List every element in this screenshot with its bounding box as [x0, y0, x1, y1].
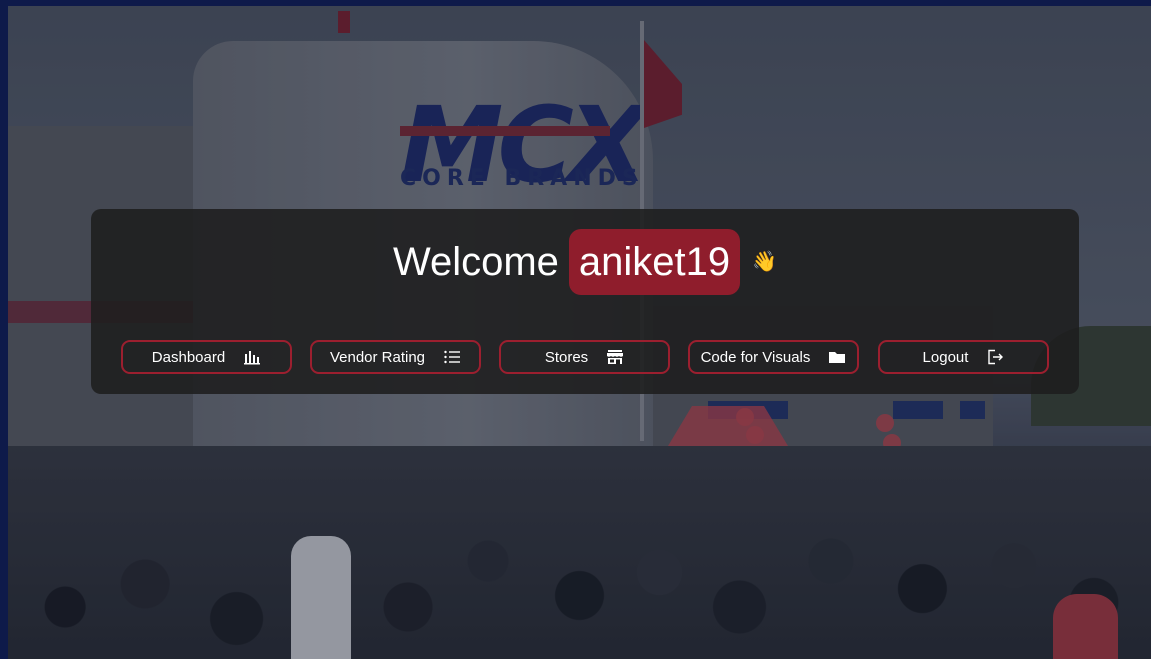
logout-button[interactable]: Logout [878, 340, 1049, 374]
list-icon [443, 348, 461, 366]
main-nav: Dashboard Vendor Rating Stores Code for … [121, 340, 1049, 374]
code-for-visuals-button[interactable]: Code for Visuals [688, 340, 859, 374]
welcome-panel: Welcome aniket19 👋 Dashboard Vendor Rati… [91, 209, 1079, 394]
dashboard-button[interactable]: Dashboard [121, 340, 292, 374]
stores-button[interactable]: Stores [499, 340, 670, 374]
logout-button-label: Logout [922, 348, 969, 366]
dashboard-button-label: Dashboard [151, 348, 226, 366]
username-badge: aniket19 [568, 229, 741, 295]
stores-button-label: Stores [544, 348, 589, 366]
folder-icon [828, 348, 846, 366]
logout-icon [986, 348, 1004, 366]
welcome-greeting: Welcome [392, 240, 559, 284]
waving-hand-icon: 👋 [752, 251, 778, 273]
store-icon [606, 348, 624, 366]
welcome-heading: Welcome aniket19 👋 [91, 229, 1079, 295]
vendor-rating-button[interactable]: Vendor Rating [310, 340, 481, 374]
bar-chart-icon [243, 348, 261, 366]
vendor-rating-button-label: Vendor Rating [329, 348, 426, 366]
code-for-visuals-button-label: Code for Visuals [700, 348, 811, 366]
